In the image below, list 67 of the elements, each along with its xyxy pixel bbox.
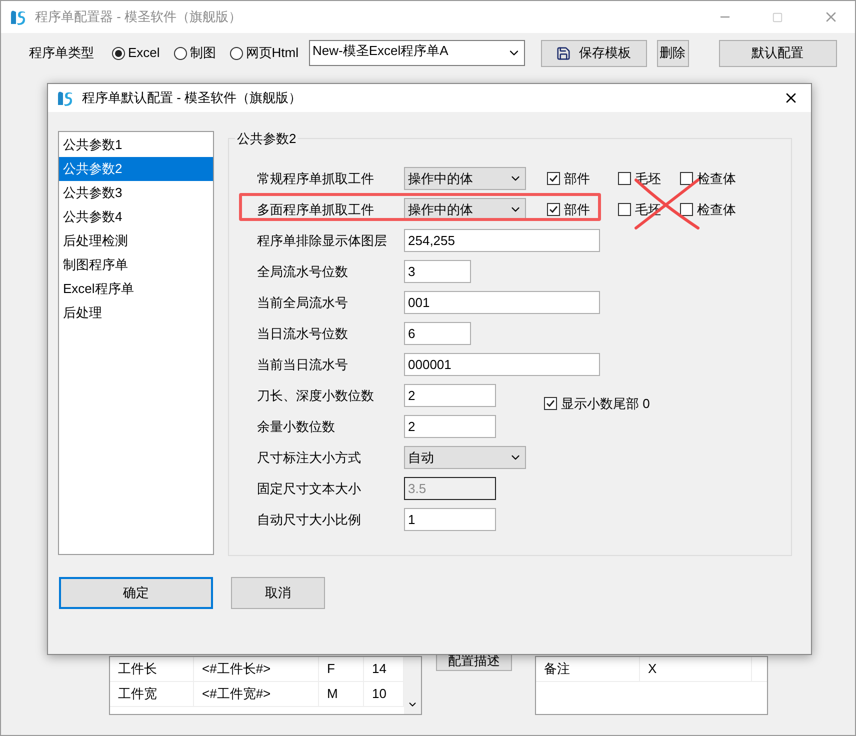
checkbox[interactable] bbox=[544, 397, 557, 410]
checkbox-label: 部件 bbox=[564, 200, 590, 219]
category-item[interactable]: 公共参数2 bbox=[59, 157, 213, 181]
type-label: 程序单类型 bbox=[29, 44, 94, 62]
radio-button[interactable] bbox=[112, 46, 125, 60]
checkbox[interactable] bbox=[680, 203, 693, 216]
window-title: 程序单配置器 - 模圣软件（旗舰版） bbox=[35, 8, 243, 26]
ok-button[interactable]: 确定 bbox=[59, 577, 213, 609]
checkbox[interactable] bbox=[618, 203, 631, 216]
checkbox[interactable] bbox=[547, 203, 560, 216]
field-label: 当前全局流水号 bbox=[257, 294, 349, 312]
field-label: 全局流水号位数 bbox=[257, 262, 349, 281]
scrollbar[interactable] bbox=[404, 657, 421, 714]
category-item[interactable]: 后处理 bbox=[59, 301, 213, 325]
table-cell: M bbox=[319, 682, 364, 706]
dialog-title: 程序单默认配置 - 模圣软件（旗舰版） bbox=[82, 89, 303, 108]
table-cell: <#工件宽#> bbox=[194, 682, 319, 706]
checkbox[interactable] bbox=[547, 172, 560, 185]
category-item[interactable]: 公共参数4 bbox=[59, 205, 213, 229]
category-item[interactable]: 公共参数3 bbox=[59, 181, 213, 205]
input-field[interactable]: 2 bbox=[404, 415, 496, 438]
checkbox[interactable] bbox=[680, 172, 693, 185]
field-label: 当日流水号位数 bbox=[257, 324, 349, 343]
field-label: 刀长、深度小数位数 bbox=[257, 386, 375, 405]
cancel-button[interactable]: 取消 bbox=[231, 577, 325, 609]
field-label: 多面程序单抓取工件 bbox=[257, 200, 375, 219]
input-field[interactable]: 1 bbox=[404, 508, 496, 531]
logo-icon bbox=[56, 89, 74, 107]
checkbox[interactable] bbox=[618, 172, 631, 185]
input-field[interactable]: 001 bbox=[404, 291, 600, 314]
field-label: 常规程序单抓取工件 bbox=[257, 170, 375, 188]
field-label: 尺寸标注大小方式 bbox=[257, 448, 362, 467]
checkbox-label: 显示小数尾部 0 bbox=[561, 394, 650, 413]
field-label: 固定尺寸文本大小 bbox=[257, 480, 362, 498]
toolbar-button[interactable]: 删除 bbox=[656, 40, 689, 66]
checkbox-label: 部件 bbox=[564, 170, 590, 188]
category-item[interactable]: Excel程序单 bbox=[59, 277, 213, 301]
table-cell: <#工件长#> bbox=[194, 657, 319, 681]
toolbar-button[interactable]: 默认配置 bbox=[718, 40, 837, 66]
radio-label: 网页Html bbox=[246, 44, 299, 62]
table-cell: X bbox=[640, 657, 752, 681]
input-field[interactable]: 3 bbox=[404, 260, 471, 283]
field-label: 自动尺寸大小比例 bbox=[257, 510, 362, 529]
radio-button[interactable] bbox=[174, 46, 187, 60]
input-field[interactable]: 6 bbox=[404, 322, 471, 345]
category-item[interactable]: 后处理检测 bbox=[59, 229, 213, 253]
logo-icon bbox=[9, 8, 27, 26]
input-field[interactable]: 2 bbox=[404, 384, 496, 407]
table-cell: 工件长 bbox=[110, 657, 194, 681]
input-field[interactable]: 254,255 bbox=[404, 229, 600, 252]
input-field[interactable]: 000001 bbox=[404, 353, 600, 376]
field-label: 当前当日流水号 bbox=[257, 356, 349, 374]
radio-button[interactable] bbox=[230, 46, 243, 60]
category-item[interactable]: 制图程序单 bbox=[59, 253, 213, 277]
radio-label: 制图 bbox=[190, 44, 216, 62]
table-cell: F bbox=[319, 657, 364, 681]
checkbox-label: 检查体 bbox=[697, 200, 736, 219]
table-cell: 工件宽 bbox=[110, 682, 194, 706]
dropdown[interactable]: 操作中的体 bbox=[404, 167, 526, 190]
field-label: 余量小数位数 bbox=[257, 418, 336, 436]
category-item[interactable]: 公共参数1 bbox=[59, 133, 213, 157]
field-label: 程序单排除显示体图层 bbox=[257, 232, 388, 250]
table-cell: 备注 bbox=[536, 657, 640, 681]
dropdown[interactable]: 自动 bbox=[404, 446, 526, 469]
radio-label: Excel bbox=[128, 44, 160, 62]
template-dropdown[interactable]: New-模圣Excel程序单A bbox=[308, 40, 525, 66]
save-template-button[interactable]: 保存模板 bbox=[540, 40, 647, 66]
